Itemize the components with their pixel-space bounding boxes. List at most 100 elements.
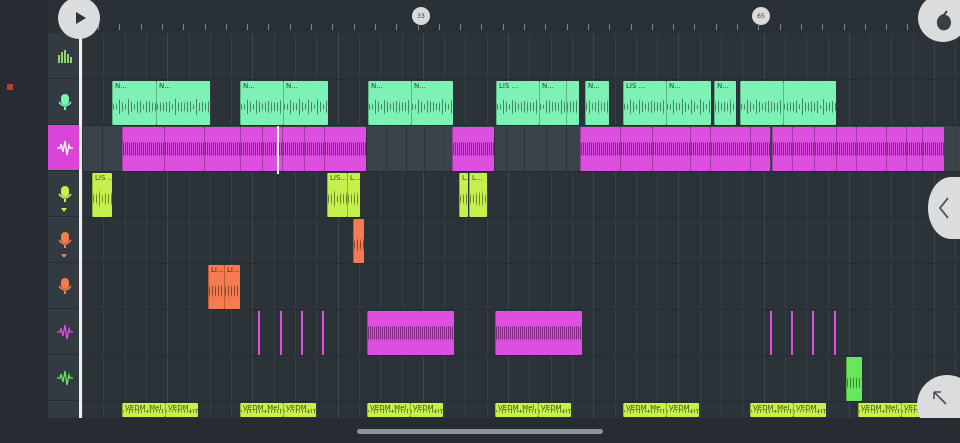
magenta-clip[interactable] xyxy=(262,127,282,171)
pattern-clip[interactable]: VEDM_... xyxy=(410,403,443,417)
pattern-clip[interactable]: VEDM_... xyxy=(793,403,826,417)
lime-clip[interactable]: LIS... xyxy=(327,173,347,217)
midi-note-marker[interactable] xyxy=(812,311,814,355)
magenta-clip[interactable] xyxy=(122,127,164,171)
lime-clip[interactable]: LIS ... xyxy=(92,173,112,217)
magenta-clip[interactable] xyxy=(367,311,454,355)
empty-clip[interactable] xyxy=(494,127,506,171)
home-indicator[interactable] xyxy=(357,429,603,434)
track-header-2-selected[interactable] xyxy=(48,125,81,171)
magenta-clip[interactable] xyxy=(886,127,906,171)
magenta-clip[interactable] xyxy=(922,127,944,171)
magenta-clip[interactable] xyxy=(750,127,770,171)
mint-clip[interactable] xyxy=(566,81,568,125)
mint-clip[interactable]: N... xyxy=(539,81,579,125)
pattern-clip[interactable]: VEDM_Mel... xyxy=(858,403,901,417)
playhead[interactable] xyxy=(79,20,82,418)
pattern-clip[interactable]: VEDM_... xyxy=(666,403,699,417)
empty-clip[interactable] xyxy=(524,127,546,171)
empty-clip[interactable] xyxy=(366,127,386,171)
pattern-clip[interactable]: VEDM_Mel... xyxy=(495,403,538,417)
midi-note-marker[interactable] xyxy=(791,311,793,355)
mint-clip[interactable]: LIS ... xyxy=(496,81,539,125)
empty-clip[interactable] xyxy=(82,127,102,171)
pattern-clip[interactable]: VEDM_... xyxy=(165,403,198,417)
track-header-7[interactable] xyxy=(48,355,81,401)
magenta-clip[interactable] xyxy=(690,127,710,171)
mint-clip[interactable]: N... xyxy=(368,81,411,125)
mint-clip[interactable]: N... xyxy=(585,81,609,125)
mint-clip[interactable]: N... xyxy=(112,81,156,125)
orange-clip[interactable]: LI... xyxy=(208,265,224,309)
magenta-clip[interactable] xyxy=(282,127,304,171)
pattern-clip[interactable]: VEDM_Mel... xyxy=(367,403,410,417)
timeline-ruler[interactable]: 33 65 xyxy=(48,0,960,34)
magenta-clip[interactable] xyxy=(814,127,836,171)
lime-clip[interactable]: L... xyxy=(347,173,360,217)
magenta-clip[interactable] xyxy=(304,127,324,171)
orange-clip[interactable] xyxy=(353,219,364,263)
empty-clip[interactable] xyxy=(546,127,566,171)
pattern-clip[interactable]: VEDM_... xyxy=(538,403,571,417)
green-clip[interactable] xyxy=(846,357,862,401)
chevron-down-icon[interactable] xyxy=(61,254,67,258)
pattern-clip[interactable]: VEDM_Mel... xyxy=(240,403,283,417)
empty-clip[interactable] xyxy=(506,127,524,171)
magenta-clip[interactable] xyxy=(836,127,856,171)
empty-clip[interactable] xyxy=(424,127,444,171)
lime-clip[interactable]: L... xyxy=(459,173,468,217)
midi-note-marker[interactable] xyxy=(322,311,324,355)
ruler-marker-65[interactable]: 65 xyxy=(752,7,770,25)
pattern-clip[interactable]: VEDM_Mel... xyxy=(750,403,793,417)
empty-clip[interactable] xyxy=(386,127,406,171)
pattern-clip[interactable]: VEDM_Mel... xyxy=(122,403,165,417)
mint-clip[interactable]: N... xyxy=(240,81,283,125)
magenta-clip[interactable] xyxy=(204,127,240,171)
mint-clip[interactable]: N... xyxy=(283,81,328,125)
magenta-clip[interactable] xyxy=(772,127,792,171)
mint-clip[interactable]: N... xyxy=(714,81,736,125)
magenta-clip[interactable] xyxy=(240,127,262,171)
empty-clip[interactable] xyxy=(406,127,424,171)
mint-clip[interactable]: N... xyxy=(411,81,453,125)
mint-clip[interactable] xyxy=(740,81,783,125)
playlist-grid[interactable]: N... N... N... N... N... N... LIS ... N... N... L… xyxy=(82,33,960,418)
ruler-marker-33[interactable]: 33 xyxy=(412,7,430,25)
midi-note-marker[interactable] xyxy=(301,311,303,355)
empty-clip[interactable] xyxy=(566,127,580,171)
magenta-clip[interactable] xyxy=(856,127,886,171)
lime-clip[interactable]: L... xyxy=(469,173,487,217)
mint-clip[interactable]: N... xyxy=(156,81,210,125)
track-header-4[interactable] xyxy=(48,217,81,263)
track-header-5[interactable] xyxy=(48,263,81,309)
magenta-clip[interactable] xyxy=(164,127,204,171)
chevron-down-icon[interactable] xyxy=(61,208,67,212)
magenta-clip[interactable] xyxy=(620,127,652,171)
clip-label: N... xyxy=(542,82,554,90)
magenta-clip[interactable] xyxy=(792,127,814,171)
track-header-1[interactable] xyxy=(48,79,81,125)
midi-note-marker[interactable] xyxy=(258,311,260,355)
track-header-3[interactable] xyxy=(48,171,81,217)
track-header-mixer[interactable] xyxy=(48,33,81,79)
pattern-clip[interactable]: VEDM_... xyxy=(283,403,316,417)
track-header-6[interactable] xyxy=(48,309,81,355)
magenta-clip[interactable] xyxy=(652,127,690,171)
orange-clip[interactable]: LI... xyxy=(224,265,240,309)
mint-clip[interactable] xyxy=(783,81,836,125)
magenta-clip[interactable] xyxy=(324,127,366,171)
magenta-clip[interactable] xyxy=(906,127,922,171)
mint-clip[interactable]: LIS ... xyxy=(623,81,666,125)
magenta-clip[interactable] xyxy=(452,127,494,171)
midi-note-marker[interactable] xyxy=(280,311,282,355)
magenta-clip[interactable] xyxy=(580,127,620,171)
clip-waveform xyxy=(540,98,579,116)
midi-note-marker[interactable] xyxy=(770,311,772,355)
clip-label: VEDM_... xyxy=(413,404,443,412)
pattern-clip[interactable]: VEDM_Me... xyxy=(623,403,666,417)
magenta-clip[interactable] xyxy=(495,311,582,355)
mint-clip[interactable]: N... xyxy=(666,81,711,125)
empty-clip[interactable] xyxy=(102,127,122,171)
magenta-clip[interactable] xyxy=(710,127,750,171)
midi-note-marker[interactable] xyxy=(834,311,836,355)
